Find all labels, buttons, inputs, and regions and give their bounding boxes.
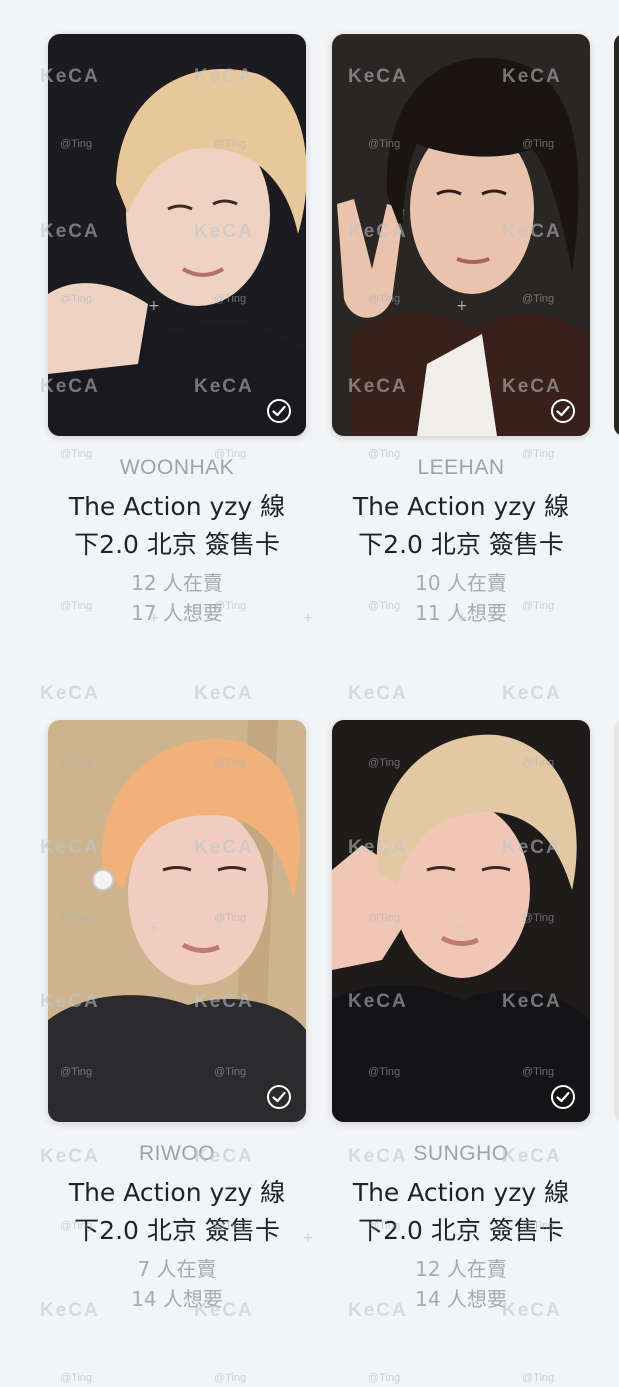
photo-shoulder	[48, 283, 148, 374]
handle-watermark: @Ting	[368, 1372, 401, 1384]
photocard-image[interactable]	[48, 720, 306, 1122]
selling-count: 10 人在賣	[415, 571, 507, 595]
wanting-count: 14 人想要	[415, 1287, 507, 1311]
member-name: LEEHAN	[417, 456, 505, 479]
portrait-image	[48, 34, 306, 436]
photocard-image[interactable]	[332, 34, 590, 436]
photocard-grid-page: WOONHAK The Action yzy 線 下2.0 北京 簽售卡 12 …	[0, 0, 619, 1387]
card-stats: 12 人在賣 14 人想要	[332, 1254, 590, 1314]
card-title[interactable]: The Action yzy 線 下2.0 北京 簽售卡	[332, 488, 590, 564]
keca-watermark: KeCA	[40, 683, 100, 704]
keca-watermark: KeCA	[348, 683, 408, 704]
card-stats: 10 人在賣 11 人想要	[332, 568, 590, 628]
portrait-image	[332, 34, 590, 436]
wanting-count: 14 人想要	[131, 1287, 223, 1311]
member-name: RIWOO	[139, 1142, 215, 1165]
portrait-image	[332, 720, 590, 1122]
wanting-count: 11 人想要	[415, 601, 507, 625]
selling-count: 12 人在賣	[131, 571, 223, 595]
handle-watermark: @Ting	[522, 1372, 555, 1384]
handle-watermark: @Ting	[214, 1372, 247, 1384]
card-title[interactable]: The Action yzy 線 下2.0 北京 簽售卡	[48, 488, 306, 564]
selling-count: 7 人在賣	[137, 1257, 217, 1281]
handle-watermark: @Ting	[60, 1372, 93, 1384]
photocard-item[interactable]: WOONHAK The Action yzy 線 下2.0 北京 簽售卡 12 …	[48, 34, 306, 628]
member-name: SUNGHO	[413, 1142, 509, 1165]
photocard-item[interactable]: SUNGHO The Action yzy 線 下2.0 北京 簽售卡 12 人…	[332, 720, 590, 1314]
check-circle-icon	[551, 399, 575, 423]
member-name: WOONHAK	[119, 456, 235, 479]
card-stats: 7 人在賣 14 人想要	[48, 1254, 306, 1314]
partial-next-card[interactable]	[614, 34, 619, 436]
check-circle-icon	[551, 1085, 575, 1109]
card-title[interactable]: The Action yzy 線 下2.0 北京 簽售卡	[332, 1174, 590, 1250]
photocard-item[interactable]: LEEHAN The Action yzy 線 下2.0 北京 簽售卡 10 人…	[332, 34, 590, 628]
photocard-item[interactable]: RIWOO The Action yzy 線 下2.0 北京 簽售卡 7 人在賣…	[48, 720, 306, 1314]
photocard-image[interactable]	[332, 720, 590, 1122]
portrait-image	[48, 720, 306, 1122]
check-circle-icon	[267, 1085, 291, 1109]
keca-watermark: KeCA	[194, 683, 254, 704]
card-title[interactable]: The Action yzy 線 下2.0 北京 簽售卡	[48, 1174, 306, 1250]
card-stats: 12 人在賣 17 人想要	[48, 568, 306, 628]
partial-next-card[interactable]	[614, 720, 619, 1122]
wanting-count: 17 人想要	[131, 601, 223, 625]
check-circle-icon	[267, 399, 291, 423]
keca-watermark: KeCA	[502, 683, 562, 704]
photocard-image[interactable]	[48, 34, 306, 436]
selling-count: 12 人在賣	[415, 1257, 507, 1281]
